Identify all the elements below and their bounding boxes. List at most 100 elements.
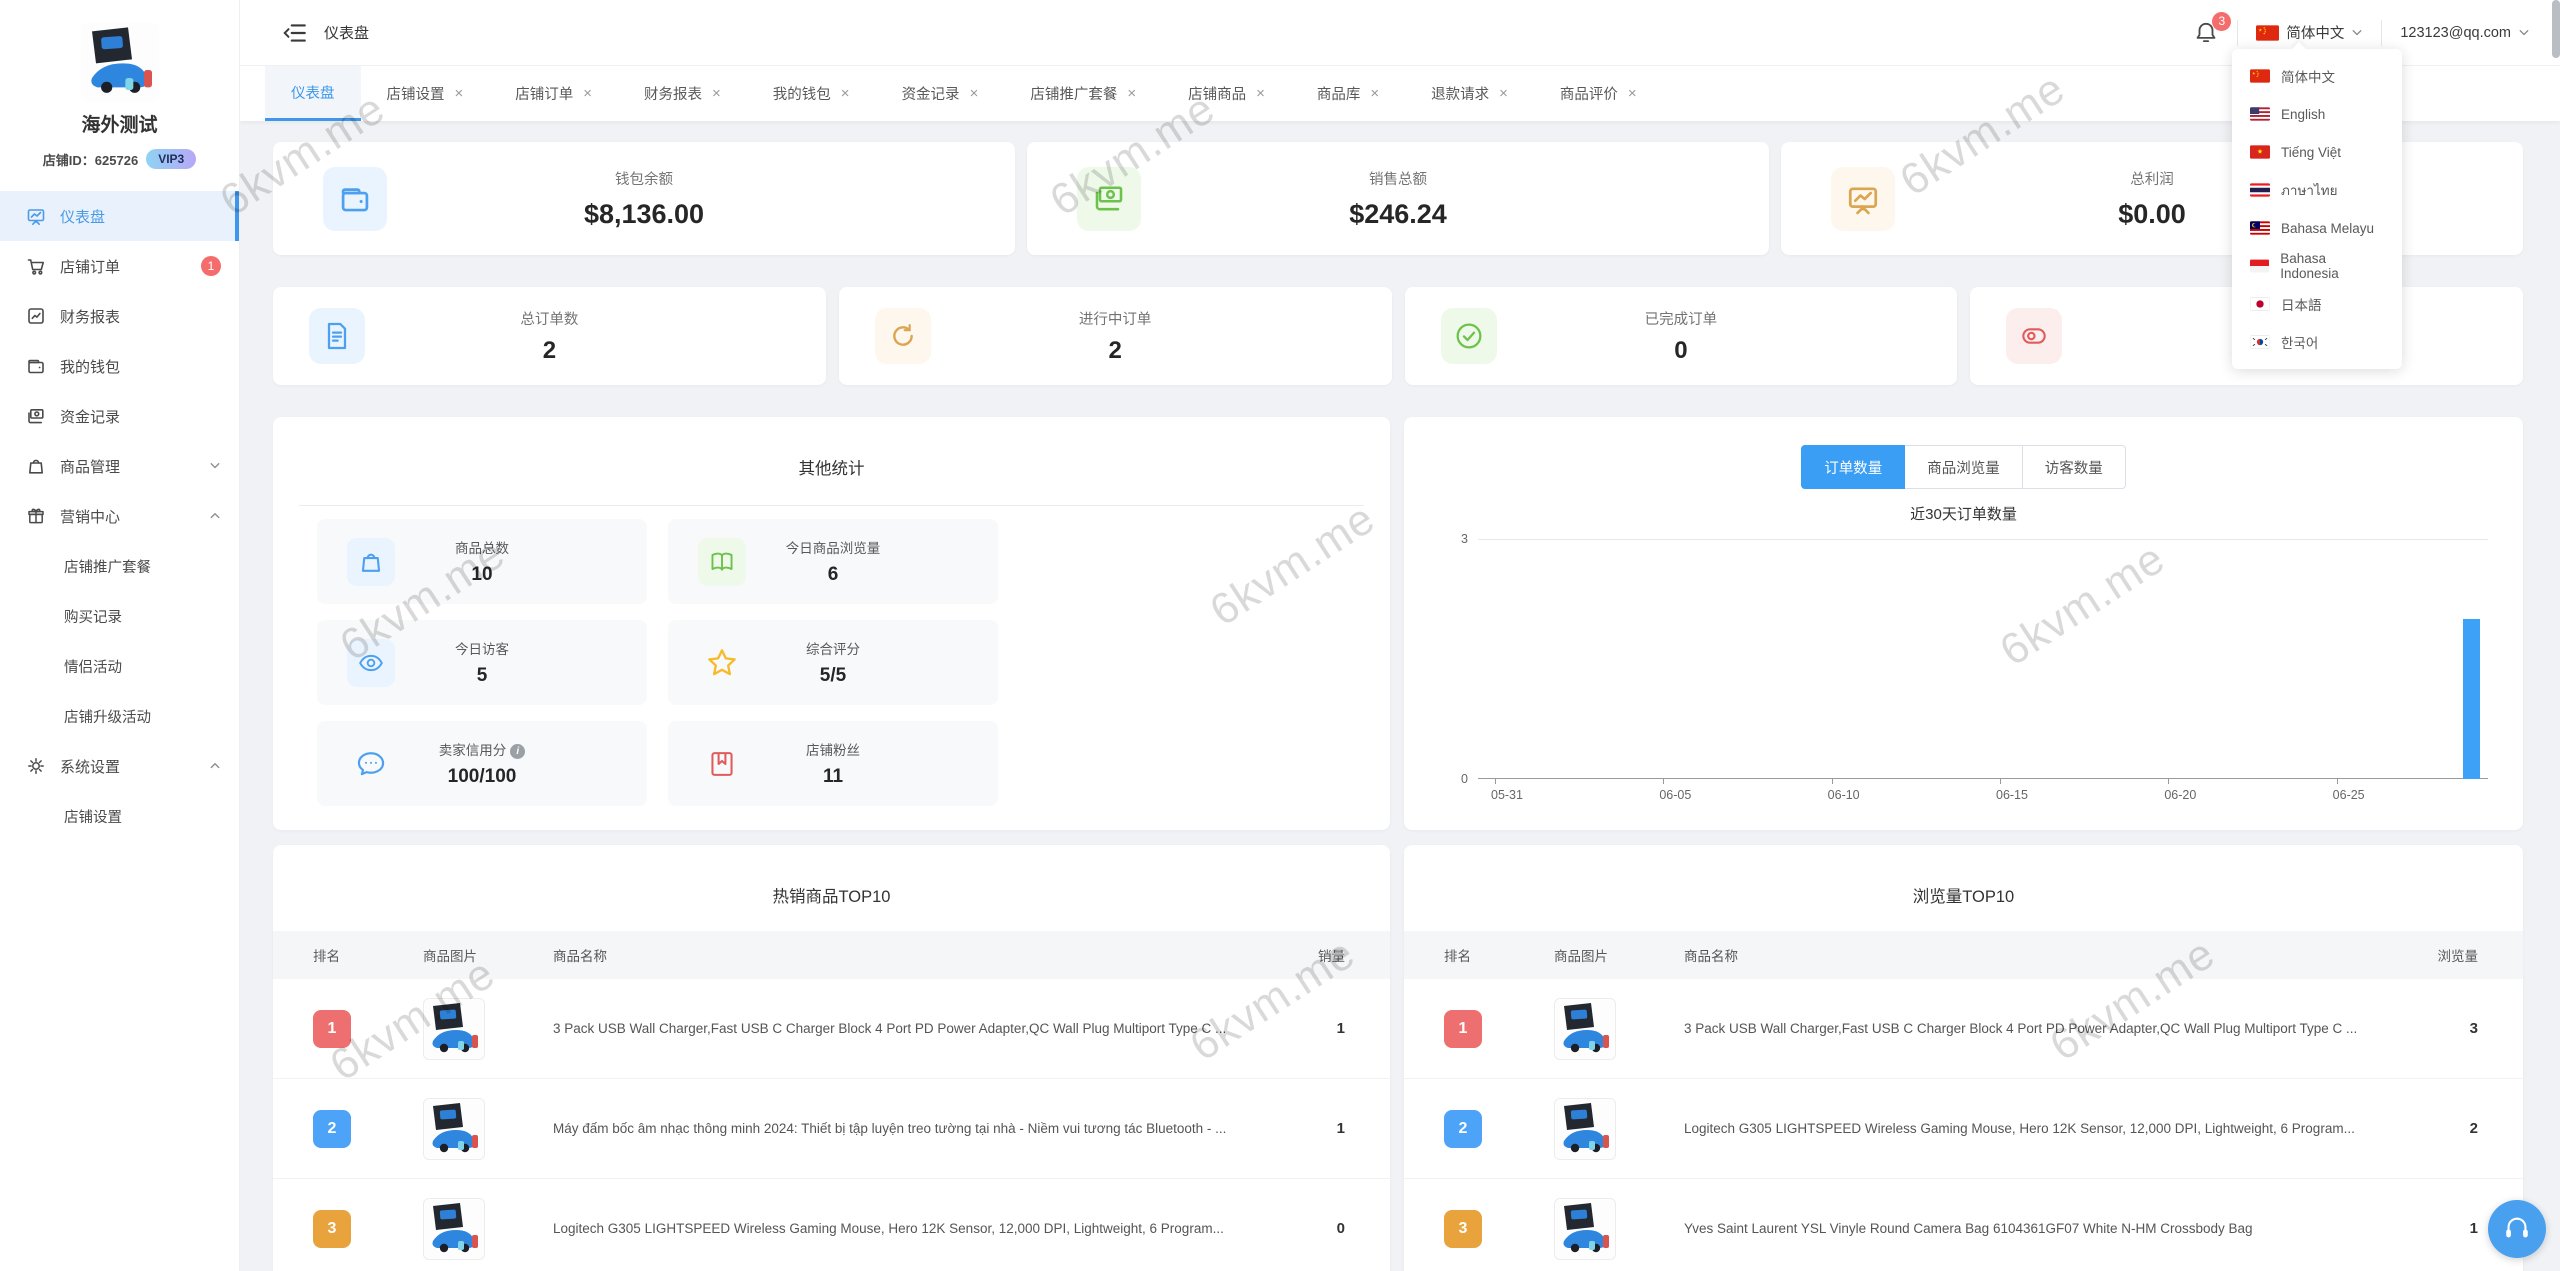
tab-label: 仪表盘 [291,82,335,103]
other-stats-grid: 商品总数 10 今日商品浏览量 6 今日访客 5 [317,519,1348,806]
stat-cards-row2: 总订单数 2 进行中订单 2 已完成订单 0 [273,287,2523,385]
user-menu[interactable]: 123123@qq.com [2400,25,2530,41]
sales-value: 0 [1275,1220,1345,1237]
sidebar-item-product-management[interactable]: 商品管理 [0,441,239,491]
sidebar-item-fund-records[interactable]: 资金记录 [0,391,239,441]
id-flag-icon [2250,259,2269,273]
tab-fund-records[interactable]: 资金记录× [876,66,1005,121]
scrollbar-thumb[interactable] [2552,0,2560,58]
language-option-label: Bahasa Indonesia [2280,251,2384,281]
tab-product-library[interactable]: 商品库 × [1291,66,1405,121]
sidebar-item-wallet[interactable]: 我的钱包 [0,341,239,391]
x-axis-tick [1832,779,1833,784]
tab-promo-packages[interactable]: 店铺推广套餐× [1004,66,1162,121]
product-name: Yves Saint Laurent YSL Vinyle Round Came… [1684,1221,2408,1236]
sidebar-item-promo-packages[interactable]: 店铺推广套餐 [0,541,239,591]
tab-store-products[interactable]: 店铺商品× [1162,66,1291,121]
tab-my-wallet[interactable]: 我的钱包× [747,66,876,121]
orders-chart-panel: 订单数量 商品浏览量 访客数量 近30天订单数量 0305-3106-0506-… [1404,417,2523,830]
chevron-up-icon [209,760,221,772]
x-axis-tick [2168,779,2169,784]
col-value: 浏览量 [2408,945,2478,965]
close-icon[interactable]: × [1499,85,1508,102]
y-axis-label: 3 [1461,532,1468,546]
store-logo [70,22,170,102]
sidebar-collapse-icon[interactable] [282,20,308,46]
language-option-ms[interactable]: Bahasa Melayu [2232,209,2402,247]
sidebar-item-label: 情侣活动 [64,656,122,677]
language-option-en[interactable]: English [2232,95,2402,133]
tab-refund-requests[interactable]: 退款请求 × [1405,66,1534,121]
language-option-label: Tiếng Việt [2281,145,2341,160]
notification-bell-icon[interactable]: 3 [2193,20,2219,46]
sidebar-item-upgrade-activity[interactable]: 店铺升级活动 [0,691,239,741]
language-option-id[interactable]: Bahasa Indonesia [2232,247,2402,285]
user-email: 123123@qq.com [2400,25,2511,41]
product-name: 3 Pack USB Wall Charger,Fast USB C Charg… [1684,1021,2408,1036]
stat-value: 2 [839,337,1392,365]
rank-badge: 1 [313,1010,351,1048]
close-icon[interactable]: × [970,85,979,102]
sidebar-item-system-settings[interactable]: 系统设置 [0,741,239,791]
close-icon[interactable]: × [1256,85,1265,102]
sidebar-item-label: 系统设置 [60,756,120,777]
info-icon[interactable]: i [510,744,525,759]
sidebar-item-marketing-center[interactable]: 营销中心 [0,491,239,541]
table-row[interactable]: 1 3 Pack USB Wall Charger,Fast USB C Cha… [273,979,1390,1079]
cn-flag-icon [2250,69,2270,83]
close-icon[interactable]: × [841,85,850,102]
tab-store-settings[interactable]: 店铺设置× [361,66,490,121]
mini-label: 综合评分 [668,638,998,658]
sidebar-item-dashboard[interactable]: 仪表盘 [0,191,239,241]
tab-product-reviews[interactable]: 商品评价× [1534,66,1663,121]
sidebar-item-orders[interactable]: 店铺订单 1 [0,241,239,291]
language-selector[interactable]: 简体中文 [2256,22,2363,43]
chart-tab-visitors[interactable]: 访客数量 [2023,445,2126,489]
table-row[interactable]: 3 Logitech G305 LIGHTSPEED Wireless Gami… [273,1179,1390,1271]
stat-value: $246.24 [1027,199,1769,230]
sidebar-item-label: 营销中心 [60,506,120,527]
close-icon[interactable]: × [1127,85,1136,102]
close-icon[interactable]: × [1370,85,1379,102]
close-icon[interactable]: × [1628,85,1637,102]
close-icon[interactable]: × [712,85,721,102]
table-row[interactable]: 3 Yves Saint Laurent YSL Vinyle Round Ca… [1404,1179,2523,1271]
tab-label: 退款请求 [1431,83,1489,104]
language-option-vi[interactable]: Tiếng Việt [2232,133,2402,171]
tab-label: 商品库 [1317,83,1361,104]
chart-tab-orders[interactable]: 订单数量 [1801,445,1905,489]
sidebar-item-couple-activity[interactable]: 情侣活动 [0,641,239,691]
sidebar-item-finance-report[interactable]: 财务报表 [0,291,239,341]
rank-badge: 2 [313,1110,351,1148]
tab-dashboard[interactable]: 仪表盘 [265,66,361,121]
language-option-th[interactable]: ภาษาไทย [2232,171,2402,209]
table-row[interactable]: 2 Máy đấm bốc âm nhạc thông minh 2024: T… [273,1079,1390,1179]
stat-value: $8,136.00 [273,199,1015,230]
kr-flag-icon [2250,335,2270,349]
chart-tab-group: 订单数量 商品浏览量 访客数量 [1404,445,2523,489]
table-row[interactable]: 2 Logitech G305 LIGHTSPEED Wireless Gami… [1404,1079,2523,1179]
product-image [1554,1198,1616,1260]
close-icon[interactable]: × [583,85,592,102]
sidebar-item-label: 商品管理 [60,456,120,477]
x-axis-label: 06-05 [1659,788,1691,802]
language-option-zh[interactable]: 简体中文 [2232,57,2402,95]
table-row[interactable]: 1 3 Pack USB Wall Charger,Fast USB C Cha… [1404,979,2523,1079]
tab-store-orders[interactable]: 店铺订单× [489,66,618,121]
other-stats-panel: 其他统计 商品总数 10 今日商品浏览量 6 今日访客 [273,417,1390,830]
tab-finance-report[interactable]: 财务报表× [618,66,747,121]
product-image [1554,1098,1616,1160]
sidebar-item-purchase-history[interactable]: 购买记录 [0,591,239,641]
language-option-ko[interactable]: 한국어 [2232,323,2402,361]
stat-value: 2 [273,337,826,365]
close-icon[interactable]: × [455,85,464,102]
mini-stat-store-followers: 店铺粉丝 11 [668,721,998,806]
chart-tab-product-views[interactable]: 商品浏览量 [1905,445,2023,489]
sidebar-menu: 仪表盘 店铺订单 1 财务报表 我的钱包 资金记录 商品 [0,191,239,841]
language-option-label: Bahasa Melayu [2281,221,2374,236]
sidebar-item-store-settings[interactable]: 店铺设置 [0,791,239,841]
customer-service-button[interactable] [2488,1200,2546,1258]
language-option-ja[interactable]: 日本語 [2232,285,2402,323]
gift-icon [26,506,46,526]
sidebar-item-label: 店铺订单 [60,256,120,277]
